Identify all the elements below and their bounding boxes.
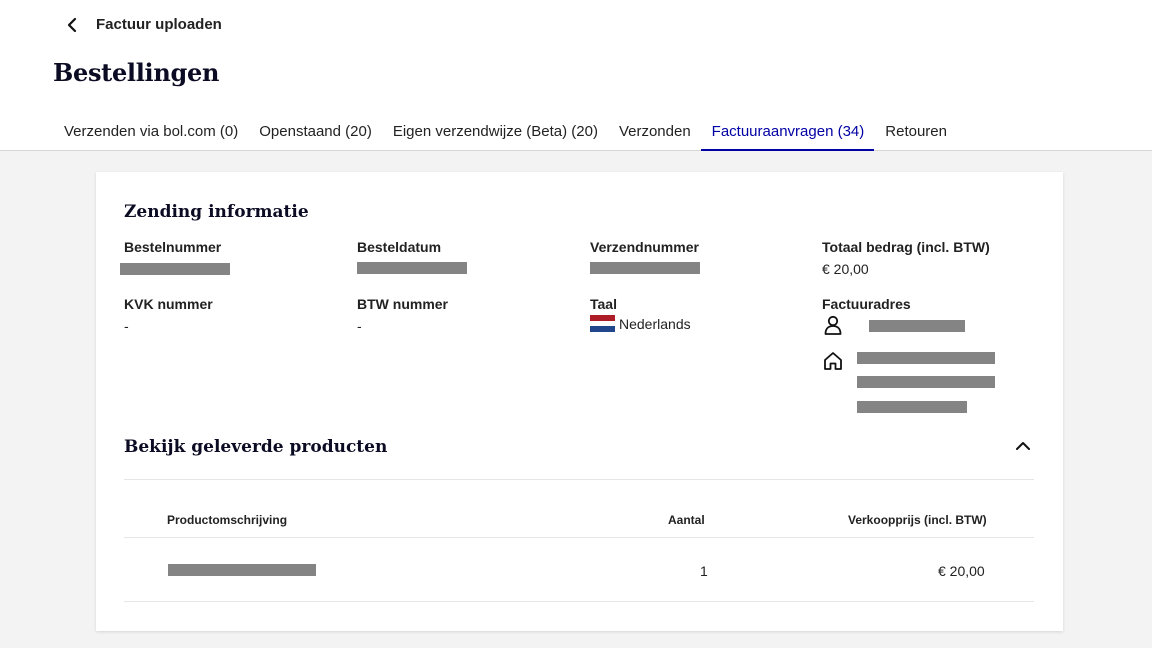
invoice-address-label: Factuuradres <box>822 296 911 312</box>
total-amount-field: Totaal bedrag (incl. BTW) € 20,00 <box>822 239 1042 277</box>
header-bar: Factuur uploaden Bestellingen Verzenden … <box>0 0 1152 151</box>
home-icon <box>822 350 844 372</box>
products-section-title[interactable]: Bekijk geleverde producten <box>124 437 387 457</box>
order-number-redacted <box>120 263 230 275</box>
tab-eigen-verzendwijze[interactable]: Eigen verzendwijze (Beta) (20) <box>382 113 608 151</box>
back-link-label[interactable]: Factuur uploaden <box>96 16 222 33</box>
main-content: Zending informatie Bestelnummer Bestelda… <box>0 151 1152 648</box>
shipment-info-title: Zending informatie <box>124 202 309 222</box>
kvk-value: - <box>124 318 129 334</box>
address-line3-redacted <box>857 401 967 413</box>
address-line1-redacted <box>857 352 995 364</box>
btw-field: BTW nummer - <box>357 296 577 334</box>
language-value: Nederlands <box>619 315 691 332</box>
products-divider <box>124 479 1034 480</box>
shipping-number-label: Verzendnummer <box>590 239 699 255</box>
kvk-label: KVK nummer <box>124 296 213 312</box>
table-row-divider <box>124 601 1034 602</box>
netherlands-flag-icon <box>590 315 615 332</box>
tab-factuuraanvragen[interactable]: Factuuraanvragen (34) <box>700 113 875 151</box>
order-date-label: Besteldatum <box>357 239 442 255</box>
shipment-card: Zending informatie Bestelnummer Bestelda… <box>96 172 1063 631</box>
col-header-description: Productomschrijving <box>167 513 288 527</box>
invoice-address-field: Factuuradres <box>822 296 1042 312</box>
kvk-field: KVK nummer - <box>124 296 344 334</box>
back-button[interactable] <box>60 14 84 36</box>
tab-retouren[interactable]: Retouren <box>874 113 957 151</box>
tab-openstaand[interactable]: Openstaand (20) <box>248 113 382 151</box>
chevron-left-icon <box>67 17 77 33</box>
order-date-redacted <box>357 262 467 274</box>
page-title: Bestellingen <box>53 58 220 87</box>
product-quantity: 1 <box>700 563 708 579</box>
btw-label: BTW nummer <box>357 296 448 312</box>
total-amount-label: Totaal bedrag (incl. BTW) <box>822 239 990 255</box>
address-line2-redacted <box>857 376 995 388</box>
product-price: € 20,00 <box>938 563 985 579</box>
col-header-price: Verkoopprijs (incl. BTW) <box>848 513 987 527</box>
product-description-redacted <box>168 564 316 576</box>
person-icon <box>822 314 844 336</box>
order-number-field: Bestelnummer <box>124 239 344 255</box>
tab-verzenden-via-bol[interactable]: Verzenden via bol.com (0) <box>53 113 248 151</box>
tab-verzonden[interactable]: Verzonden <box>608 113 701 151</box>
language-value-row: Nederlands <box>590 315 691 332</box>
col-header-quantity: Aantal <box>668 513 705 527</box>
total-amount-value: € 20,00 <box>822 261 869 277</box>
table-header-divider <box>124 537 1034 538</box>
collapse-products-button[interactable] <box>1013 436 1033 456</box>
order-number-label: Bestelnummer <box>124 239 222 255</box>
shipping-number-redacted <box>590 262 700 274</box>
address-name-redacted <box>869 320 965 332</box>
shipping-number-field: Verzendnummer <box>590 239 810 255</box>
language-field: Taal <box>590 296 810 312</box>
order-tabs: Verzenden via bol.com (0) Openstaand (20… <box>53 113 957 151</box>
order-date-field: Besteldatum <box>357 239 577 255</box>
btw-value: - <box>357 318 362 334</box>
chevron-up-icon <box>1016 442 1030 450</box>
language-label: Taal <box>590 296 617 312</box>
